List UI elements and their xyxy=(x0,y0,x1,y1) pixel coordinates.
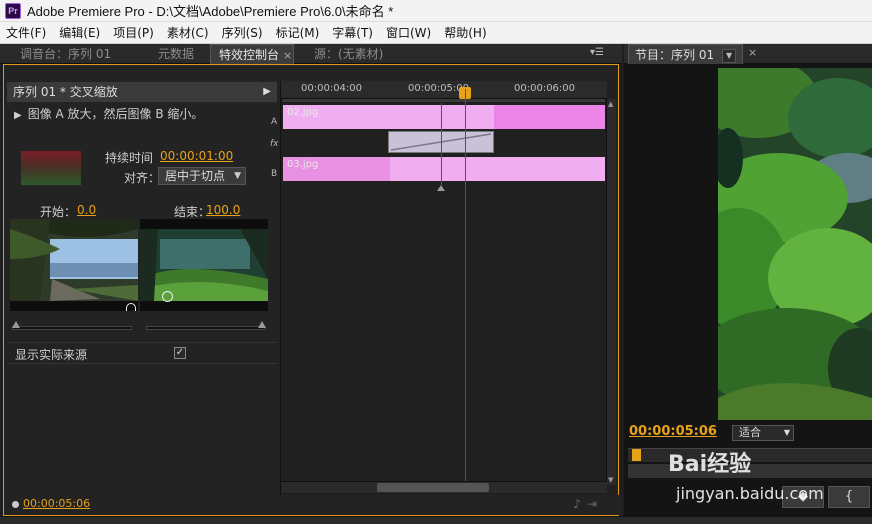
cut-marker-icon xyxy=(437,185,445,191)
vertical-scrollbar[interactable]: ▲ ▼ xyxy=(606,99,616,485)
track-a-label: A xyxy=(271,117,278,127)
clip-b[interactable]: 03.jpg xyxy=(283,157,390,181)
close-icon[interactable]: × xyxy=(748,46,757,59)
footer-icons: ♪⇥ xyxy=(573,497,603,511)
tab-metadata[interactable]: 元数据 xyxy=(150,44,194,64)
panel-tab-strip: 调音台：序列 01 元数据 特效控制台 × 源：(无素材) ▾☰ xyxy=(0,44,622,64)
ruler-tick: 00:00:06:00 xyxy=(514,83,576,94)
scroll-down-icon[interactable]: ▼ xyxy=(608,476,613,484)
title-bar: Pr Adobe Premiere Pro - D:\文档\Adobe\Prem… xyxy=(0,0,872,22)
menu-file[interactable]: 文件(F) xyxy=(0,22,53,44)
preview-b-center-handle[interactable] xyxy=(162,291,173,302)
alignment-select-value: 居中于切点 xyxy=(165,169,226,183)
effect-controls-footer: 00:00:05:06 ♪⇥ xyxy=(7,495,623,515)
play-icon[interactable]: ▶ xyxy=(263,82,271,102)
panel-menu-icon[interactable]: ▾☰ xyxy=(590,47,604,58)
track-b-label: B xyxy=(271,169,278,179)
playhead-line xyxy=(465,89,466,483)
start-slider-thumb[interactable] xyxy=(12,321,20,328)
duration-label: 持续时间 xyxy=(105,151,154,165)
bottom-panel-strip xyxy=(0,516,872,524)
clip-b-name: 03.jpg xyxy=(287,159,319,170)
start-label: 开始： xyxy=(40,205,77,219)
program-tab-strip: 节目：序列 01 ▼ × xyxy=(624,44,872,64)
mark-in-button[interactable]: { xyxy=(828,486,870,508)
export-icon[interactable]: ⇥ xyxy=(587,497,603,511)
current-timecode[interactable]: 00:00:05:06 xyxy=(23,497,90,510)
preview-a-handle-icon[interactable] xyxy=(126,303,136,311)
end-slider-thumb[interactable] xyxy=(258,321,266,328)
preview-image-b xyxy=(140,219,268,311)
end-value[interactable]: 100.0 xyxy=(206,203,240,217)
horizontal-scrollbar[interactable] xyxy=(281,481,607,493)
transition-description: ▶ 图像 A 放大，然后图像 B 缩小。 xyxy=(14,105,203,122)
tab-source[interactable]: 源：(无素材) xyxy=(306,44,383,64)
menu-help[interactable]: 帮助(H) xyxy=(438,22,493,44)
preview-a-graphic xyxy=(10,219,138,311)
window-title: Adobe Premiere Pro - D:\文档\Adobe\Premier… xyxy=(27,4,394,19)
chevron-down-icon[interactable]: ▼ xyxy=(722,48,737,63)
scroll-up-icon[interactable]: ▲ xyxy=(608,100,613,108)
premiere-logo-icon: Pr xyxy=(5,2,21,19)
start-slider[interactable] xyxy=(12,326,132,330)
menu-marker[interactable]: 标记(M) xyxy=(270,22,327,44)
clip-a[interactable]: 02.jpg xyxy=(283,105,494,129)
fx-icon: fx xyxy=(270,139,279,149)
play-preview-icon[interactable]: ▶ xyxy=(14,110,22,121)
baidu-watermark: Bai经验 xyxy=(668,452,752,477)
chevron-down-icon: ▼ xyxy=(783,428,790,437)
tab-metadata-label: 元数据 xyxy=(158,47,195,61)
preview-image-a xyxy=(10,219,138,311)
transition-thumbnail xyxy=(21,151,81,185)
track-a: 02.jpg xyxy=(283,105,605,129)
horizontal-scroll-thumb[interactable] xyxy=(377,483,489,492)
end-slider[interactable] xyxy=(146,326,266,330)
chevron-down-icon: ▼ xyxy=(234,171,241,181)
effect-controls-panel: 序列 01 * 交叉缩放 ▶ ▶ 图像 A 放大，然后图像 B 缩小。 持续时间 … xyxy=(3,64,623,516)
ruler-tick: 00:00:04:00 xyxy=(301,83,363,94)
tab-audio-mixer[interactable]: 调音台：序列 01 xyxy=(12,44,111,64)
clip-a-name: 02.jpg xyxy=(287,107,319,118)
effect-timeline: 00:00:04:00 00:00:05:00 00:00:06:00 A 02… xyxy=(270,81,616,495)
zoom-fit-select[interactable]: 适合 ▼ xyxy=(732,425,794,441)
sequence-header: 序列 01 * 交叉缩放 ▶ xyxy=(7,82,277,102)
alignment-select[interactable]: 居中于切点 ▼ xyxy=(158,167,246,185)
track-b: 03.jpg xyxy=(283,157,605,181)
close-icon[interactable]: × xyxy=(283,49,292,62)
menu-title[interactable]: 字幕(T) xyxy=(326,22,380,44)
tab-audio-mixer-label: 调音台：序列 01 xyxy=(20,47,112,61)
menu-bar: 文件(F) 编辑(E) 项目(P) 素材(C) 序列(S) 标记(M) 字幕(T… xyxy=(0,22,872,44)
tab-program-label: 节目：序列 01 xyxy=(635,48,715,62)
duration-value[interactable]: 00:00:01:00 xyxy=(160,149,233,163)
program-timecode[interactable]: 00:00:05:06 xyxy=(629,424,717,439)
time-ruler[interactable]: 00:00:04:00 00:00:05:00 00:00:06:00 xyxy=(281,81,607,99)
work-area-bar xyxy=(283,99,605,102)
program-playhead[interactable] xyxy=(632,449,641,461)
baidu-watermark-url: jingyan.baidu.com xyxy=(676,484,824,503)
tab-effect-controls-label: 特效控制台 xyxy=(219,48,280,62)
alignment-label: 对齐： xyxy=(124,171,161,185)
tab-effect-controls[interactable]: 特效控制台 × xyxy=(210,44,294,64)
show-actual-sources-row: 显示实际来源 ✓ xyxy=(7,342,277,364)
menu-clip[interactable]: 素材(C) xyxy=(161,22,216,44)
end-label: 结束： xyxy=(174,205,211,219)
program-frame-graphic xyxy=(718,68,872,420)
cut-line xyxy=(441,103,442,185)
start-value[interactable]: 0.0 xyxy=(77,203,96,217)
menu-window[interactable]: 窗口(W) xyxy=(380,22,438,44)
tab-program[interactable]: 节目：序列 01 ▼ xyxy=(628,44,744,64)
tab-source-label: 源：(无素材) xyxy=(314,47,384,61)
description-text: 图像 A 放大，然后图像 B 缩小。 xyxy=(27,107,204,121)
zoom-fit-value: 适合 xyxy=(739,426,761,439)
menu-project[interactable]: 项目(P) xyxy=(107,22,161,44)
show-actual-sources-label: 显示实际来源 xyxy=(15,348,88,362)
menu-sequence[interactable]: 序列(S) xyxy=(216,22,270,44)
sequence-header-label: 序列 01 * 交叉缩放 xyxy=(13,85,118,99)
status-dot-icon xyxy=(12,501,19,508)
preview-b-graphic xyxy=(140,219,268,311)
show-actual-sources-checkbox[interactable]: ✓ xyxy=(174,347,186,359)
menu-edit[interactable]: 编辑(E) xyxy=(53,22,107,44)
audio-icon[interactable]: ♪ xyxy=(573,497,587,511)
program-video-frame xyxy=(718,68,872,420)
